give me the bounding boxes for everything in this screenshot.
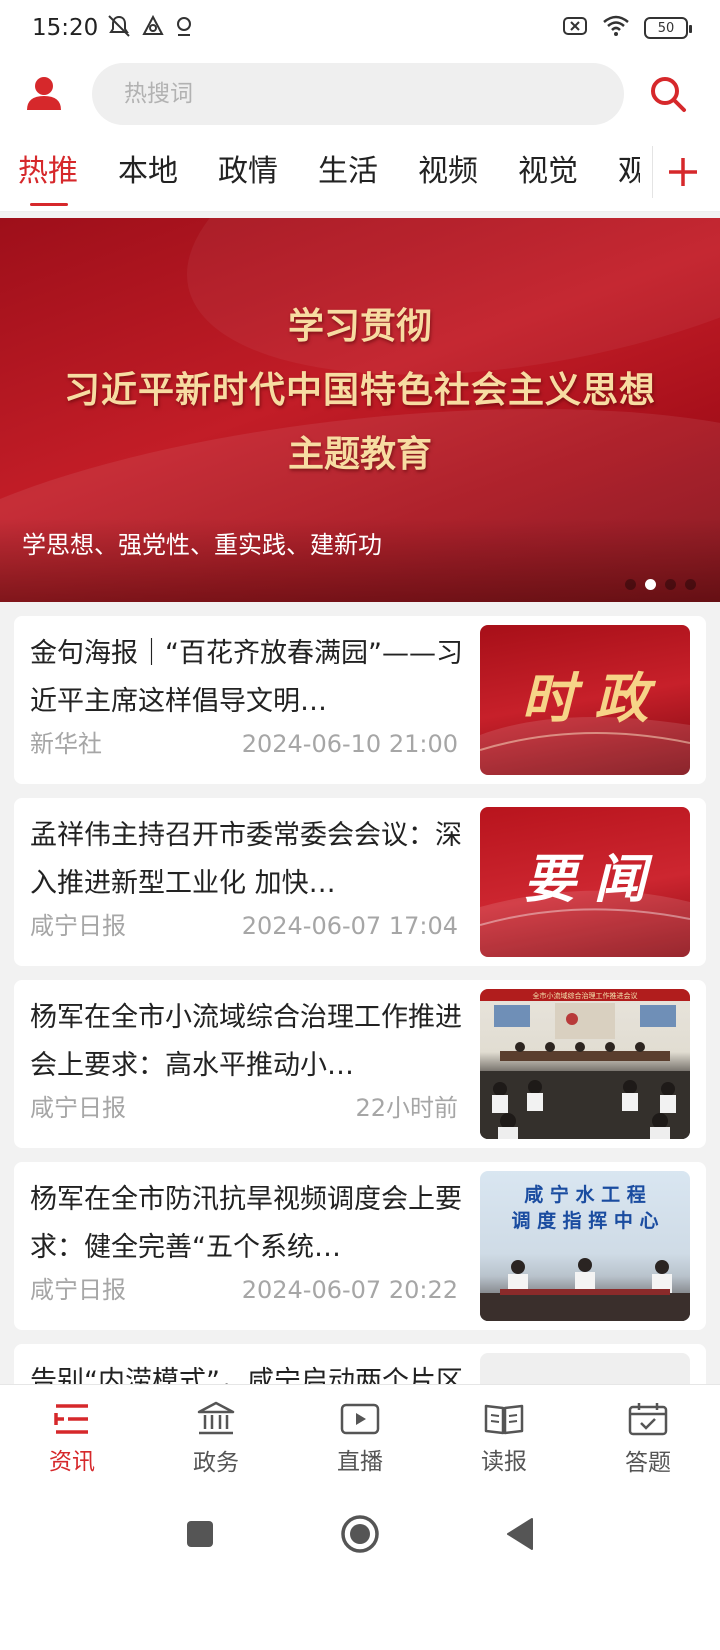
government-icon (197, 1401, 235, 1435)
wifi-icon (602, 15, 630, 41)
add-channel-button[interactable] (652, 145, 712, 198)
news-title: 金句海报｜“百花齐放春满园”——习近平主席这样倡导文明… (30, 638, 463, 717)
carousel-dot[interactable] (665, 579, 676, 590)
mute-icon (106, 14, 132, 42)
search-icon (651, 77, 686, 112)
news-source: 咸宁日报 (30, 1094, 126, 1122)
thumbnail-text: 时 政 (522, 666, 657, 730)
recent-apps-button[interactable] (170, 1504, 230, 1564)
square-icon (187, 1521, 213, 1547)
thumbnail-text: 全市小流域综合治理工作推进会议 (533, 991, 638, 1000)
banner-line-1: 学习贯彻 (287, 305, 432, 347)
banner-line-3: 主题教育 (287, 433, 432, 475)
status-right-icons: 50 (562, 15, 692, 41)
news-thumbnail: 要 闻 (480, 807, 690, 957)
news-time: 2024-06-07 20:22 (241, 1276, 458, 1304)
live-play-icon (340, 1403, 380, 1435)
status-bar: 15:20 50 (0, 0, 720, 56)
back-button[interactable] (490, 1504, 550, 1564)
nav-news[interactable]: 资讯 (0, 1385, 144, 1493)
news-title: 杨军在全市小流域综合治理工作推进会上要求：高水平推动小… (30, 1002, 462, 1081)
tab-video[interactable]: 视频 (418, 132, 518, 212)
quiz-calendar-icon (628, 1403, 668, 1436)
nav-newspaper[interactable]: 读报 (432, 1385, 576, 1493)
carousel-dot-active[interactable] (645, 579, 656, 590)
nav-government[interactable]: 政务 (144, 1385, 288, 1493)
system-navigation-bar (0, 1492, 720, 1650)
nav-label: 政务 (193, 1450, 239, 1476)
news-time: 2024-06-10 21:00 (241, 730, 458, 758)
tab-local[interactable]: 本地 (118, 132, 218, 212)
nav-label: 读报 (481, 1449, 527, 1475)
location-icon (174, 15, 194, 41)
back-triangle-icon (507, 1518, 533, 1550)
search-input[interactable] (124, 81, 624, 107)
banner-caption: 学思想、强党性、重实践、建新功 (22, 531, 382, 559)
news-source: 咸宁日报 (30, 1276, 126, 1304)
news-icon (54, 1404, 88, 1434)
plus-icon (668, 157, 697, 186)
tab-politics[interactable]: 政情 (218, 132, 318, 212)
thumbnail-text: 咸 宁 水 工 程 (524, 1183, 645, 1206)
news-card[interactable]: 金句海报｜“百花齐放春满园”——习近平主席这样倡导文明… 新华社 2024-06… (14, 616, 706, 784)
home-button[interactable] (330, 1504, 390, 1564)
bottom-navigation: 资讯 政务 直播 读报 答题 (0, 1384, 720, 1492)
news-card[interactable]: 杨军在全市小流域综合治理工作推进会上要求：高水平推动小… 咸宁日报 22小时前 … (14, 980, 706, 1148)
news-source: 新华社 (30, 730, 102, 758)
carousel-dot[interactable] (685, 579, 696, 590)
autopilot-icon (142, 14, 164, 41)
nav-label: 答题 (625, 1450, 671, 1476)
banner-line-2: 习近平新时代中国特色社会主义思想 (63, 369, 656, 411)
news-time: 22小时前 (355, 1094, 458, 1122)
status-left-icons (106, 14, 194, 42)
profile-button[interactable] (20, 70, 68, 118)
news-thumbnail: 咸 宁 水 工 程 调 度 指 挥 中 心 (480, 1171, 690, 1321)
carousel-dot[interactable] (625, 579, 636, 590)
news-time: 2024-06-07 17:04 (241, 912, 458, 940)
newspaper-book-icon (484, 1404, 524, 1435)
tab-list: 热推 本地 政情 生活 视频 视觉 观 (0, 132, 640, 212)
battery-icon: 50 (644, 17, 692, 39)
carousel-indicator (625, 579, 696, 590)
app-screen: 15:20 50 热搜词 热推 本地 政情 生活 视频 视觉 观 学习贯彻 习近… (0, 0, 720, 1650)
nav-label: 直播 (337, 1449, 383, 1475)
tab-hot[interactable]: 热推 (18, 132, 118, 212)
search-button[interactable] (644, 70, 692, 118)
top-bar (0, 56, 720, 132)
news-source: 咸宁日报 (30, 912, 126, 940)
search-bar[interactable] (92, 63, 624, 125)
no-sim-icon (562, 15, 588, 41)
user-icon (27, 77, 61, 110)
tab-view[interactable]: 观 (618, 132, 640, 212)
tab-life[interactable]: 生活 (318, 132, 418, 212)
nav-quiz[interactable]: 答题 (576, 1385, 720, 1493)
news-thumbnail: 时 政 (480, 625, 690, 775)
news-thumbnail: 全市小流域综合治理工作推进会议 (480, 989, 690, 1139)
news-title: 孟祥伟主持召开市委常委会会议：深入推进新型工业化 加快… (30, 820, 462, 899)
nav-label: 资讯 (49, 1449, 95, 1475)
banner-headline: 学习贯彻 习近平新时代中国特色社会主义思想 主题教育 (0, 294, 720, 486)
news-card[interactable]: 孟祥伟主持召开市委常委会会议：深入推进新型工业化 加快… 咸宁日报 2024-0… (14, 798, 706, 966)
channel-tabs: 热推 本地 政情 生活 视频 视觉 观 (0, 132, 720, 212)
tab-visual[interactable]: 视觉 (518, 132, 618, 212)
news-list: 金句海报｜“百花齐放春满园”——习近平主席这样倡导文明… 新华社 2024-06… (14, 616, 706, 1454)
news-card[interactable]: 杨军在全市防汛抗旱视频调度会上要求：健全完善“五个系统… 咸宁日报 2024-0… (14, 1162, 706, 1330)
nav-live[interactable]: 直播 (288, 1385, 432, 1493)
news-title: 杨军在全市防汛抗旱视频调度会上要求：健全完善“五个系统… (30, 1184, 462, 1263)
thumbnail-text: 要 闻 (524, 849, 653, 910)
thumbnail-text: 调 度 指 挥 中 心 (511, 1209, 658, 1232)
circle-icon (341, 1515, 379, 1553)
status-time: 15:20 (32, 15, 99, 41)
banner-carousel[interactable]: 学习贯彻 习近平新时代中国特色社会主义思想 主题教育 学思想、强党性、重实践、建… (0, 218, 720, 602)
